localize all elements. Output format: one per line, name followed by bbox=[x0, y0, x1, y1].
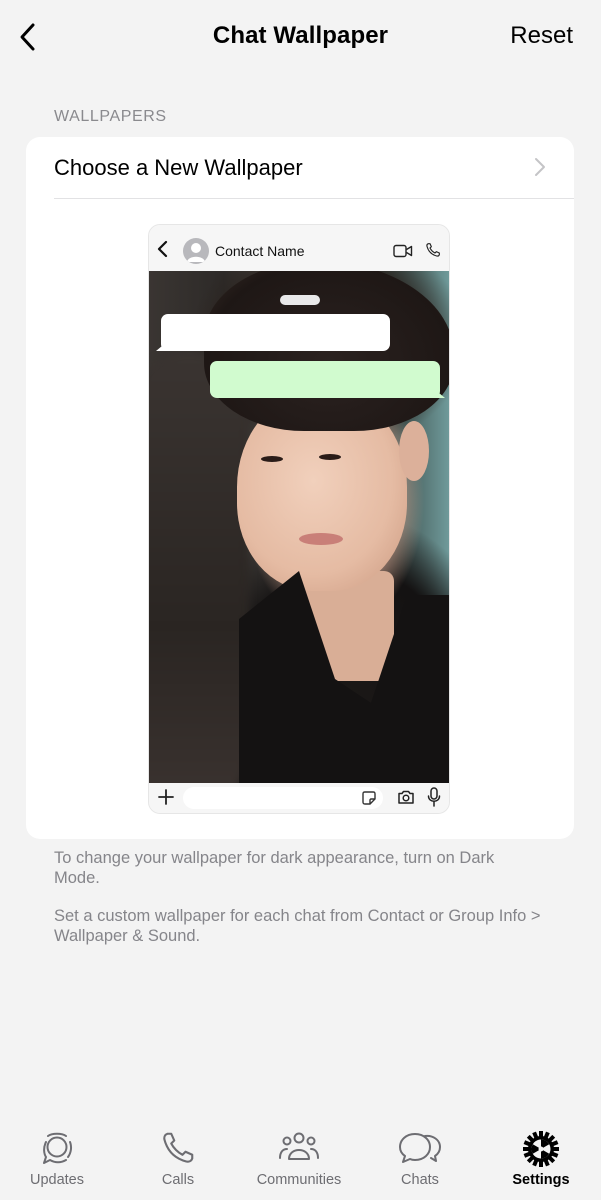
preview-outgoing-bubble bbox=[210, 361, 440, 398]
tab-label: Settings bbox=[512, 1172, 570, 1188]
phone-icon bbox=[426, 243, 440, 257]
avatar-icon bbox=[183, 238, 209, 264]
wallpaper-image bbox=[149, 271, 449, 785]
tab-label: Chats bbox=[401, 1172, 439, 1188]
preview-chat-header: Contact Name bbox=[149, 225, 449, 271]
preview-contact-name: Contact Name bbox=[215, 243, 305, 259]
communities-icon bbox=[279, 1132, 319, 1160]
settings-gear-icon bbox=[523, 1131, 559, 1167]
tab-bar: Updates Calls Communities Chats Settings bbox=[0, 1110, 601, 1200]
chats-icon bbox=[399, 1133, 441, 1163]
preview-message-field bbox=[183, 787, 383, 809]
tab-label: Updates bbox=[29, 1172, 84, 1188]
wallpaper-eye bbox=[261, 456, 283, 462]
section-header-wallpapers: WALLPAPERS bbox=[54, 108, 167, 125]
tab-communities[interactable]: Communities bbox=[239, 1110, 359, 1200]
updates-icon bbox=[43, 1132, 73, 1164]
preview-date-pill bbox=[280, 295, 320, 305]
tab-updates[interactable]: Updates bbox=[0, 1110, 117, 1200]
tab-label: Communities bbox=[256, 1172, 342, 1188]
preview-input-bar bbox=[149, 783, 449, 813]
phone-icon bbox=[163, 1132, 194, 1163]
camera-icon bbox=[398, 790, 414, 804]
microphone-icon bbox=[427, 787, 441, 807]
preview-incoming-bubble bbox=[161, 314, 390, 351]
choose-new-wallpaper-label: Choose a New Wallpaper bbox=[54, 155, 303, 180]
tab-chats[interactable]: Chats bbox=[360, 1110, 480, 1200]
navigation-bar: Chat Wallpaper Reset bbox=[0, 0, 601, 75]
tab-label: Calls bbox=[161, 1172, 195, 1188]
wallpaper-ear bbox=[399, 421, 429, 481]
tab-calls[interactable]: Calls bbox=[118, 1110, 238, 1200]
wallpaper-card: Choose a New Wallpaper Contact Name bbox=[26, 137, 574, 839]
dark-mode-footnote: To change your wallpaper for dark appear… bbox=[54, 849, 495, 887]
chevron-right-icon bbox=[535, 158, 545, 176]
tab-settings[interactable]: Settings bbox=[481, 1110, 601, 1200]
custom-wallpaper-footnote: Set a custom wallpaper for each chat fro… bbox=[54, 907, 541, 945]
divider bbox=[54, 198, 574, 199]
choose-new-wallpaper-row[interactable]: Choose a New Wallpaper bbox=[26, 137, 574, 199]
sticker-icon bbox=[362, 791, 376, 805]
wallpaper-blurred-figure bbox=[149, 351, 249, 785]
wallpaper-eye bbox=[319, 454, 341, 460]
wallpaper-lips bbox=[299, 533, 343, 545]
plus-icon bbox=[158, 789, 174, 805]
wallpaper-preview[interactable]: Contact Name bbox=[148, 224, 450, 814]
chevron-left-icon bbox=[157, 240, 168, 258]
reset-button[interactable]: Reset bbox=[510, 22, 573, 50]
wallpaper-hair bbox=[204, 271, 449, 431]
video-call-icon bbox=[393, 244, 413, 258]
